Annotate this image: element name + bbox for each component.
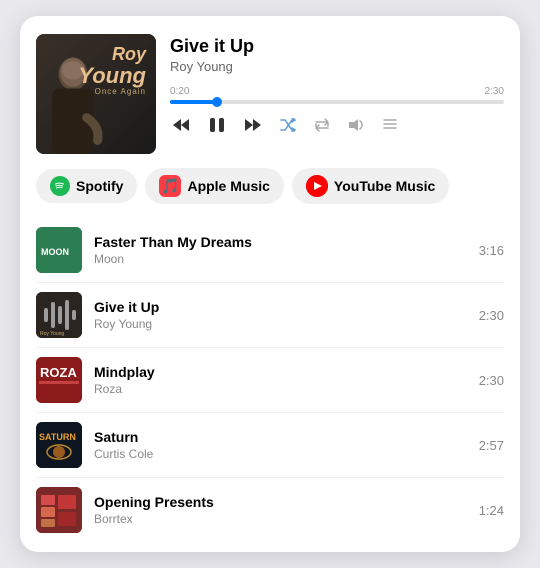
track-item[interactable]: Roy Young Give it Up Roy Young 2:30: [36, 283, 504, 348]
track-item[interactable]: Opening Presents Borrtex 1:24: [36, 478, 504, 542]
progress-times: 0:20 2:30: [170, 86, 504, 97]
spotify-icon: [50, 176, 70, 196]
svg-text:MOON: MOON: [41, 247, 69, 257]
spotify-tab[interactable]: Spotify: [36, 169, 137, 203]
track-item-artist: Roy Young: [94, 317, 467, 331]
track-item[interactable]: SATURN Saturn Curtis Cole 2:57: [36, 413, 504, 478]
track-item-duration: 2:30: [479, 308, 504, 323]
pause-button[interactable]: [206, 114, 228, 136]
youtube-music-tab[interactable]: YouTube Music: [292, 168, 449, 204]
track-artist: Roy Young: [170, 59, 504, 74]
track-info: Give it Up Roy Young 0:20 2:30: [170, 34, 504, 136]
queue-button[interactable]: [380, 116, 400, 134]
progress-thumb: [212, 97, 222, 107]
apple-music-icon: 🎵: [159, 175, 181, 197]
shuffle-button[interactable]: [278, 116, 298, 134]
fast-forward-button[interactable]: [242, 116, 264, 134]
track-thumbnail: [36, 487, 82, 533]
track-item-duration: 2:30: [479, 373, 504, 388]
track-item-title: Faster Than My Dreams: [94, 234, 467, 250]
album-art: Roy Young Once Again: [36, 34, 156, 154]
album-subtitle: Once Again: [78, 87, 146, 96]
track-item-title: Saturn: [94, 429, 467, 445]
track-item-duration: 3:16: [479, 243, 504, 258]
track-item-info: Mindplay Roza: [94, 364, 467, 396]
track-item-duration: 2:57: [479, 438, 504, 453]
track-item-duration: 1:24: [479, 503, 504, 518]
rewind-button[interactable]: [170, 116, 192, 134]
youtube-music-icon: [306, 175, 328, 197]
volume-button[interactable]: [346, 116, 366, 134]
apple-music-label: Apple Music: [187, 178, 269, 194]
track-item-title: Mindplay: [94, 364, 467, 380]
track-item-artist: Roza: [94, 382, 467, 396]
track-item[interactable]: ROZA Mindplay Roza 2:30: [36, 348, 504, 413]
total-time: 2:30: [485, 86, 504, 97]
repeat-button[interactable]: [312, 116, 332, 134]
track-title: Give it Up: [170, 36, 504, 57]
service-tabs: Spotify 🎵 Apple Music YouTube Music: [36, 168, 504, 204]
apple-music-tab[interactable]: 🎵 Apple Music: [145, 168, 283, 204]
track-item-title: Give it Up: [94, 299, 467, 315]
track-item-info: Faster Than My Dreams Moon: [94, 234, 467, 266]
track-item-artist: Borrtex: [94, 512, 467, 526]
spotify-label: Spotify: [76, 178, 123, 194]
track-list: MOON Faster Than My Dreams Moon 3:16: [36, 218, 504, 542]
album-text: Roy Young Once Again: [78, 44, 146, 96]
progress-section: 0:20 2:30: [170, 86, 504, 104]
track-item-artist: Moon: [94, 252, 467, 266]
track-thumbnail: SATURN: [36, 422, 82, 468]
album-artist-young: Young: [78, 65, 146, 87]
playback-controls: [170, 114, 504, 136]
album-artist-roy: Roy: [78, 44, 146, 65]
track-thumbnail: MOON: [36, 227, 82, 273]
track-item-artist: Curtis Cole: [94, 447, 467, 461]
progress-fill: [170, 100, 217, 104]
track-thumbnail: Roy Young: [36, 292, 82, 338]
svg-text:ROZA: ROZA: [40, 365, 77, 380]
track-item-title: Opening Presents: [94, 494, 467, 510]
progress-bar[interactable]: [170, 100, 504, 104]
main-card: Roy Young Once Again Give it Up Roy Youn…: [20, 16, 520, 552]
track-item[interactable]: MOON Faster Than My Dreams Moon 3:16: [36, 218, 504, 283]
youtube-music-label: YouTube Music: [334, 178, 435, 194]
svg-text:SATURN: SATURN: [39, 432, 76, 442]
track-item-info: Give it Up Roy Young: [94, 299, 467, 331]
track-item-info: Saturn Curtis Cole: [94, 429, 467, 461]
svg-text:Roy Young: Roy Young: [40, 331, 64, 337]
current-time: 0:20: [170, 86, 189, 97]
now-playing-section: Roy Young Once Again Give it Up Roy Youn…: [36, 34, 504, 154]
track-item-info: Opening Presents Borrtex: [94, 494, 467, 526]
track-thumbnail: ROZA: [36, 357, 82, 403]
